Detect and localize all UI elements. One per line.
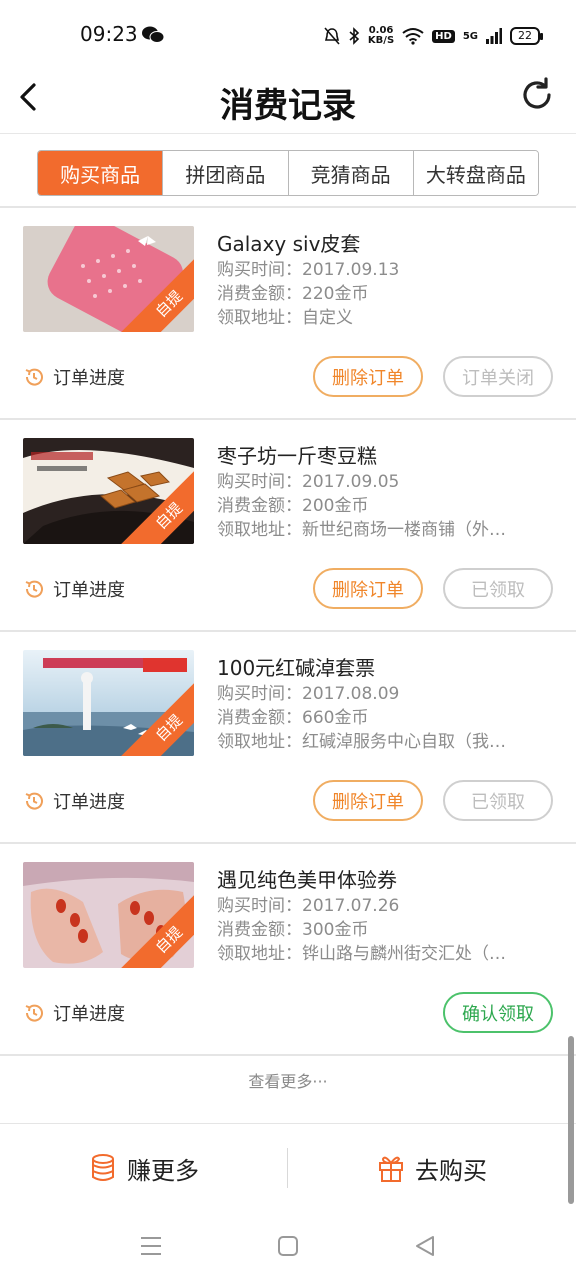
system-nav-bar <box>0 1212 576 1280</box>
product-image-phone-case[interactable]: 自提 <box>23 226 194 332</box>
back-triangle-icon[interactable] <box>411 1232 439 1260</box>
page-title: 消费记录 <box>220 86 356 126</box>
product-image-nail-voucher[interactable]: 自提 <box>23 862 194 968</box>
product-name: 枣子坊一斤枣豆糕 <box>217 444 377 468</box>
history-clock-icon <box>25 580 43 598</box>
status-time: 09:23 <box>80 22 138 46</box>
order-amount: 消费金额：220金币 <box>217 284 369 304</box>
purchase-time: 购买时间：2017.09.05 <box>217 472 400 492</box>
order-item[interactable]: 自提 100元红碱淖套票 购买时间：2017.08.09 消费金额：660金币 … <box>0 632 576 844</box>
earn-more-label: 赚更多 <box>127 1156 199 1185</box>
product-image-lake-ticket[interactable]: 自提 <box>23 650 194 756</box>
received-status-button[interactable]: 已领取 <box>443 568 553 609</box>
purchase-time: 购买时间：2017.07.26 <box>217 896 400 916</box>
product-image-jujube-cake[interactable]: 自提 <box>23 438 194 544</box>
hd-badge: HD <box>432 29 455 43</box>
home-icon[interactable] <box>274 1232 302 1260</box>
wechat-icon <box>142 26 164 43</box>
category-tabs-bar: 购买商品 拼团商品 竞猜商品 大转盘商品 <box>0 134 576 208</box>
order-amount: 消费金额：200金币 <box>217 496 369 516</box>
delete-order-button[interactable]: 删除订单 <box>313 356 423 397</box>
tab-group-buy[interactable]: 拼团商品 <box>163 151 289 195</box>
status-bar: 09:23 0.06 KB/S HD 5G 22 <box>0 0 576 70</box>
delete-order-button[interactable]: 删除订单 <box>313 568 423 609</box>
order-info: 枣子坊一斤枣豆糕 购买时间：2017.09.05 消费金额：200金币 领取地址… <box>217 440 547 542</box>
load-more-link[interactable]: 查看更多··· <box>0 1056 576 1124</box>
order-progress-link[interactable]: 订单进度 <box>23 788 125 814</box>
status-indicators: 0.06 KB/S HD 5G 22 <box>324 22 543 50</box>
order-actions: 删除订单 已领取 <box>313 568 553 609</box>
product-name: 100元红碱淖套票 <box>217 656 376 680</box>
history-clock-icon <box>25 368 43 386</box>
order-progress-label: 订单进度 <box>53 1004 125 1025</box>
tab-purchased[interactable]: 购买商品 <box>38 151 164 195</box>
pickup-address: 领取地址：新世纪商场一楼商铺（外… <box>217 520 506 540</box>
tab-guessing[interactable]: 竞猜商品 <box>288 151 414 195</box>
product-name: Galaxy siv皮套 <box>217 232 361 256</box>
product-name: 遇见纯色美甲体验券 <box>217 868 397 892</box>
refresh-icon[interactable] <box>518 76 556 114</box>
order-actions: 确认领取 <box>443 992 553 1033</box>
order-info: 遇见纯色美甲体验券 购买时间：2017.07.26 消费金额：300金币 领取地… <box>217 864 547 966</box>
order-item[interactable]: 自提 遇见纯色美甲体验券 购买时间：2017.07.26 消费金额：300金币 … <box>0 844 576 1056</box>
bluetooth-icon <box>349 27 360 45</box>
order-progress-link[interactable]: 订单进度 <box>23 576 125 602</box>
history-clock-icon <box>25 792 43 810</box>
purchase-time: 购买时间：2017.09.13 <box>217 260 400 280</box>
order-progress-link[interactable]: 订单进度 <box>23 1000 125 1026</box>
history-clock-icon <box>25 1004 43 1022</box>
mute-icon <box>324 27 340 45</box>
scrollbar[interactable] <box>568 1036 574 1204</box>
earn-more-button[interactable]: 赚更多 <box>0 1124 288 1212</box>
order-list: 自提 Galaxy siv皮套 购买时间：2017.09.13 消费金额：220… <box>0 208 576 1056</box>
tab-wheel[interactable]: 大转盘商品 <box>413 151 538 195</box>
battery-icon: 22 <box>510 27 543 45</box>
order-actions: 删除订单 订单关闭 <box>313 356 553 397</box>
order-closed-button[interactable]: 订单关闭 <box>443 356 553 397</box>
wifi-icon <box>402 28 424 45</box>
order-item[interactable]: 自提 Galaxy siv皮套 购买时间：2017.09.13 消费金额：220… <box>0 208 576 420</box>
go-buy-label: 去购买 <box>415 1156 487 1185</box>
signal-icon <box>486 28 502 44</box>
received-status-button[interactable]: 已领取 <box>443 780 553 821</box>
order-progress-link[interactable]: 订单进度 <box>23 364 125 390</box>
order-item[interactable]: 自提 枣子坊一斤枣豆糕 购买时间：2017.09.05 消费金额：200金币 领… <box>0 420 576 632</box>
pickup-address: 领取地址：自定义 <box>217 308 353 328</box>
go-buy-button[interactable]: 去购买 <box>288 1124 576 1212</box>
order-actions: 删除订单 已领取 <box>313 780 553 821</box>
bottom-bar-divider <box>287 1148 288 1188</box>
purchase-time: 购买时间：2017.08.09 <box>217 684 400 704</box>
order-amount: 消费金额：660金币 <box>217 708 369 728</box>
coins-icon <box>92 1154 114 1181</box>
order-info: 100元红碱淖套票 购买时间：2017.08.09 消费金额：660金币 领取地… <box>217 652 547 754</box>
category-tabs: 购买商品 拼团商品 竞猜商品 大转盘商品 <box>37 150 539 196</box>
order-amount: 消费金额：300金币 <box>217 920 369 940</box>
signal-label: 5G <box>462 30 478 42</box>
pickup-address: 领取地址：铧山路与麟州街交汇处（… <box>217 944 506 964</box>
confirm-receipt-button[interactable]: 确认领取 <box>443 992 553 1033</box>
order-progress-label: 订单进度 <box>53 580 125 601</box>
gift-icon <box>379 1156 403 1182</box>
order-progress-label: 订单进度 <box>53 368 125 389</box>
net-speed: 0.06 KB/S <box>367 25 395 46</box>
app-header: 消费记录 <box>0 70 576 134</box>
order-info: Galaxy siv皮套 购买时间：2017.09.13 消费金额：220金币 … <box>217 228 547 330</box>
bottom-action-bar: 赚更多 去购买 <box>0 1124 576 1212</box>
delete-order-button[interactable]: 删除订单 <box>313 780 423 821</box>
menu-icon[interactable] <box>137 1232 165 1260</box>
pickup-address: 领取地址：红碱淖服务中心自取（我… <box>217 732 506 752</box>
order-progress-label: 订单进度 <box>53 792 125 813</box>
